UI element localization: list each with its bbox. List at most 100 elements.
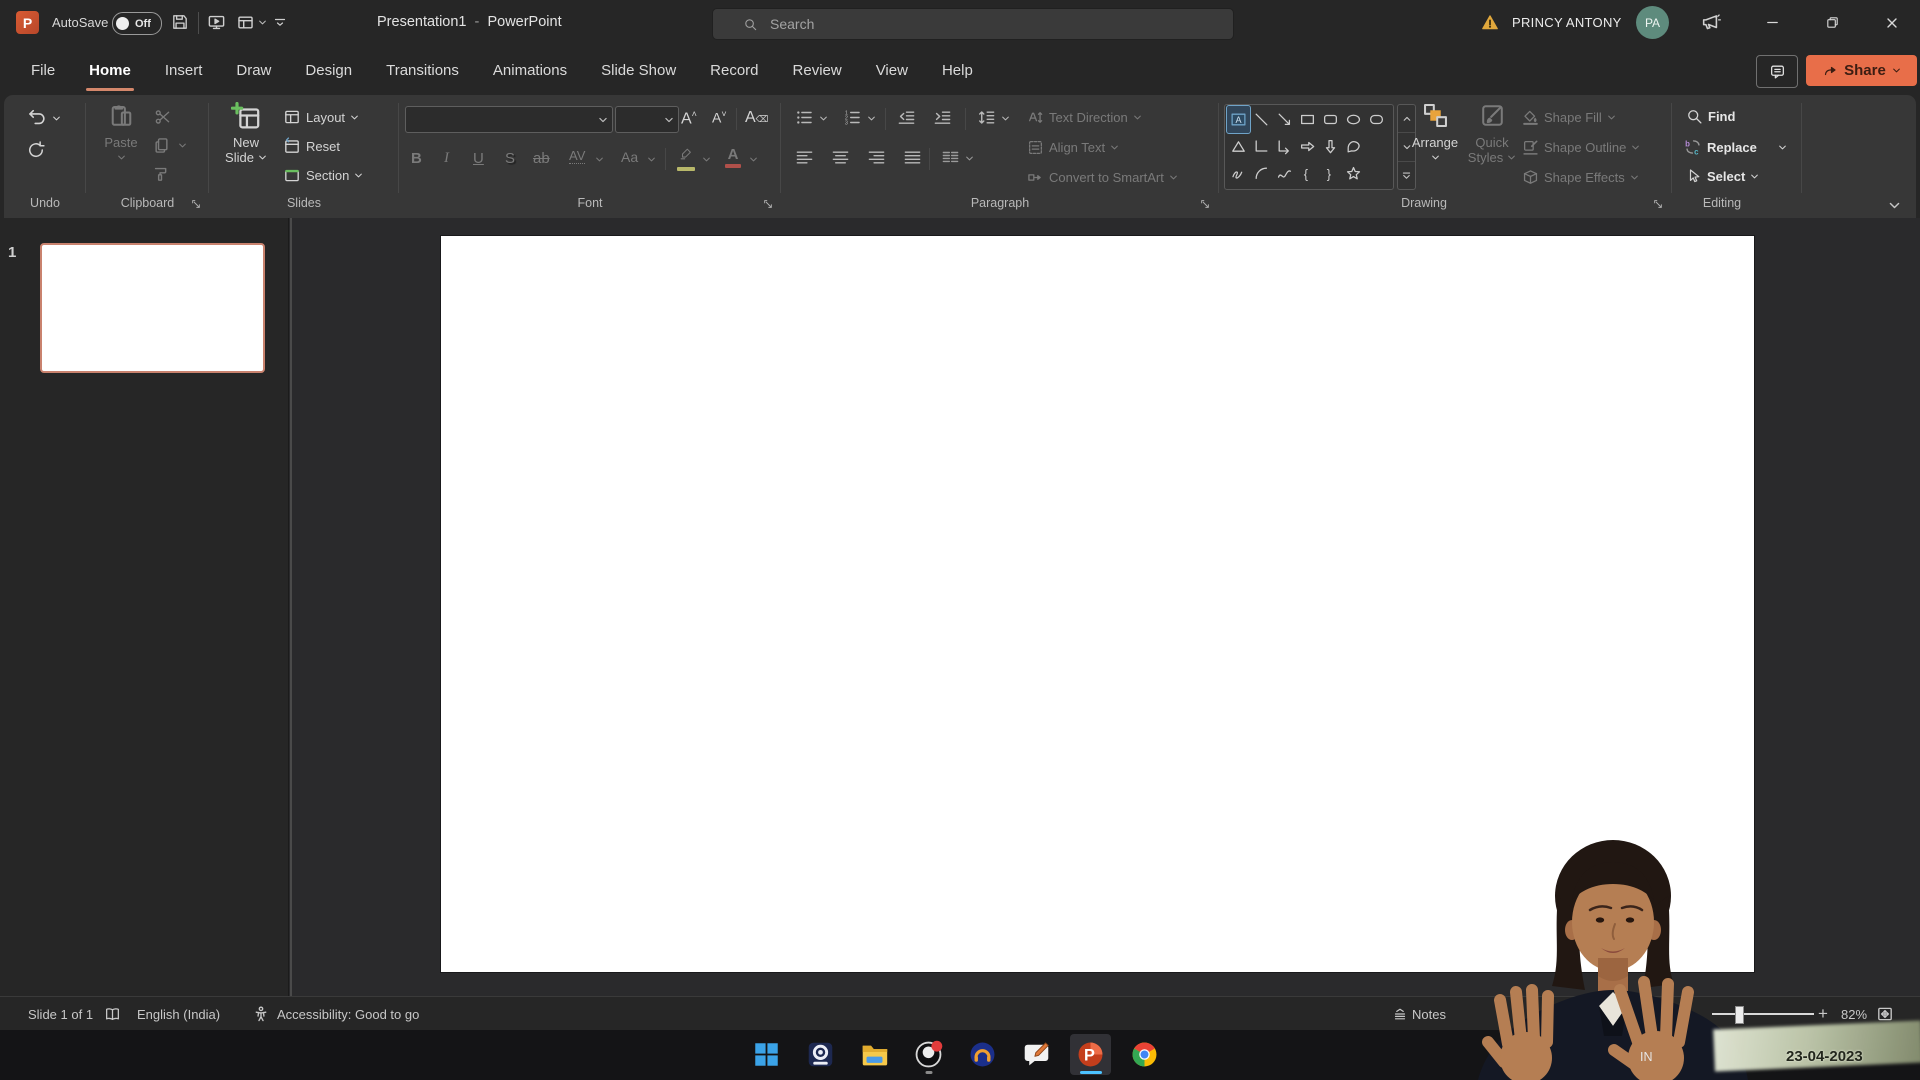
taskbar-file-explorer-icon[interactable] bbox=[854, 1034, 895, 1075]
tab-file[interactable]: File bbox=[14, 45, 72, 95]
minimize-button[interactable] bbox=[1747, 0, 1797, 45]
change-case-button[interactable]: Aa bbox=[621, 149, 638, 165]
bullets-icon[interactable] bbox=[795, 108, 814, 127]
fit-to-window-icon[interactable] bbox=[1876, 1005, 1894, 1023]
paragraph-dialog-launcher-icon[interactable] bbox=[1199, 198, 1211, 210]
bullets-chevron-icon[interactable] bbox=[819, 114, 828, 123]
search-box[interactable] bbox=[712, 8, 1234, 40]
arrange-button[interactable]: Arrange bbox=[1407, 102, 1463, 162]
numbering-chevron-icon[interactable] bbox=[867, 114, 876, 123]
columns-icon[interactable] bbox=[941, 148, 960, 167]
taskbar-audio-app-icon[interactable] bbox=[962, 1034, 1003, 1075]
copy-icon[interactable] bbox=[152, 136, 171, 155]
replace-chevron-icon[interactable] bbox=[1778, 143, 1787, 152]
tab-view[interactable]: View bbox=[859, 45, 925, 95]
accessibility-icon[interactable] bbox=[252, 1005, 270, 1023]
taskbar-obs-studio-icon[interactable] bbox=[908, 1034, 949, 1075]
decrease-indent-icon[interactable] bbox=[897, 108, 916, 127]
highlight-color-button[interactable] bbox=[677, 147, 697, 171]
elbow-arrow-shape[interactable] bbox=[1273, 133, 1296, 160]
strikethrough-button[interactable]: ab bbox=[533, 150, 550, 167]
undo-icon[interactable] bbox=[26, 107, 47, 128]
align-left-icon[interactable] bbox=[795, 148, 814, 167]
taskbar-language-indicator[interactable]: IN bbox=[1640, 1050, 1653, 1064]
gallery-more-icon[interactable] bbox=[1398, 162, 1415, 189]
search-input[interactable] bbox=[768, 15, 1192, 33]
columns-chevron-icon[interactable] bbox=[965, 154, 974, 163]
tab-home[interactable]: Home bbox=[72, 45, 148, 95]
quick-access-options-icon[interactable] bbox=[272, 14, 288, 30]
italic-button[interactable]: I bbox=[444, 150, 449, 167]
shape-effects-button[interactable]: Shape Effects bbox=[1522, 169, 1639, 186]
freeform-shape[interactable] bbox=[1342, 133, 1365, 160]
tab-insert[interactable]: Insert bbox=[148, 45, 220, 95]
rect-shape[interactable] bbox=[1296, 106, 1319, 133]
justify-icon[interactable] bbox=[903, 148, 922, 167]
numbering-icon[interactable]: 123 bbox=[843, 108, 862, 127]
shape-fill-button[interactable]: Shape Fill bbox=[1522, 109, 1616, 126]
tab-draw[interactable]: Draw bbox=[219, 45, 288, 95]
warning-icon[interactable] bbox=[1481, 14, 1499, 31]
powerpoint-app-icon[interactable]: P bbox=[16, 11, 39, 34]
tab-transitions[interactable]: Transitions bbox=[369, 45, 476, 95]
comments-button[interactable] bbox=[1756, 55, 1798, 88]
font-color-button[interactable]: A bbox=[725, 146, 741, 168]
change-case-chevron-icon[interactable] bbox=[647, 155, 656, 164]
grow-font-button[interactable]: A˄ bbox=[681, 109, 697, 128]
avatar[interactable]: PA bbox=[1636, 6, 1669, 39]
oval-shape[interactable] bbox=[1342, 106, 1365, 133]
line-spacing-icon[interactable] bbox=[977, 108, 996, 127]
drawing-dialog-launcher-icon[interactable] bbox=[1652, 198, 1664, 210]
text-shadow-button[interactable]: S bbox=[505, 150, 515, 167]
coming-soon-megaphone-icon[interactable] bbox=[1700, 12, 1721, 33]
character-spacing-chevron-icon[interactable] bbox=[595, 155, 604, 164]
tab-design[interactable]: Design bbox=[288, 45, 369, 95]
undo-chevron-icon[interactable] bbox=[52, 114, 61, 123]
cut-icon[interactable] bbox=[154, 108, 172, 126]
tab-animations[interactable]: Animations bbox=[476, 45, 584, 95]
taskbar-annotation-app-icon[interactable] bbox=[1016, 1034, 1057, 1075]
font-name-combo[interactable] bbox=[405, 106, 613, 133]
collapse-ribbon-icon[interactable] bbox=[1888, 199, 1901, 212]
underline-button[interactable]: U bbox=[473, 150, 484, 167]
accessibility-status[interactable]: Accessibility: Good to go bbox=[277, 997, 419, 1031]
slide-thumbnail[interactable] bbox=[40, 243, 265, 373]
new-slide-button[interactable]: New Slide bbox=[217, 102, 275, 165]
scribble-shape[interactable] bbox=[1227, 160, 1250, 187]
textbox-shape[interactable]: A bbox=[1227, 106, 1250, 133]
taskbar-powerpoint-icon[interactable]: P bbox=[1070, 1034, 1111, 1075]
autosave-toggle[interactable]: Off bbox=[112, 12, 162, 35]
panel-resize-handle[interactable] bbox=[290, 218, 292, 996]
text-direction-button[interactable]: Text Direction bbox=[1027, 109, 1142, 126]
tab-help[interactable]: Help bbox=[925, 45, 990, 95]
tab-slide-show[interactable]: Slide Show bbox=[584, 45, 693, 95]
align-text-button[interactable]: Align Text bbox=[1027, 139, 1119, 156]
quick-access-window-icon[interactable] bbox=[236, 13, 255, 32]
start-slideshow-icon[interactable] bbox=[207, 13, 226, 32]
arrow-right-shape[interactable] bbox=[1296, 133, 1319, 160]
redo-icon[interactable] bbox=[26, 140, 46, 160]
copy-chevron-icon[interactable] bbox=[178, 141, 187, 150]
arrow-down-shape[interactable] bbox=[1319, 133, 1342, 160]
section-button[interactable]: Section bbox=[283, 166, 363, 184]
arrow-diag-shape[interactable] bbox=[1273, 106, 1296, 133]
share-button[interactable]: Share bbox=[1806, 55, 1917, 86]
curve-shape[interactable] bbox=[1273, 160, 1296, 187]
find-button[interactable]: Find bbox=[1686, 108, 1735, 125]
taskbar-camera-app-icon[interactable] bbox=[800, 1034, 841, 1075]
star-shape[interactable] bbox=[1342, 160, 1365, 187]
taskbar-date[interactable]: 23-04-2023 bbox=[1786, 1048, 1863, 1065]
shape-outline-button[interactable]: Shape Outline bbox=[1522, 139, 1640, 156]
align-center-icon[interactable] bbox=[831, 148, 850, 167]
clear-formatting-button[interactable]: A⌫ bbox=[745, 109, 768, 127]
font-color-chevron-icon[interactable] bbox=[749, 155, 758, 164]
reset-button[interactable]: Reset bbox=[283, 137, 340, 155]
highlight-chevron-icon[interactable] bbox=[702, 155, 711, 164]
font-size-combo[interactable] bbox=[615, 106, 679, 133]
format-painter-icon[interactable] bbox=[152, 165, 171, 184]
align-right-icon[interactable] bbox=[867, 148, 886, 167]
close-button[interactable] bbox=[1867, 0, 1917, 45]
tab-record[interactable]: Record bbox=[693, 45, 775, 95]
shrink-font-button[interactable]: A˅ bbox=[712, 109, 727, 126]
replace-button[interactable]: bc Replace bbox=[1684, 138, 1757, 156]
